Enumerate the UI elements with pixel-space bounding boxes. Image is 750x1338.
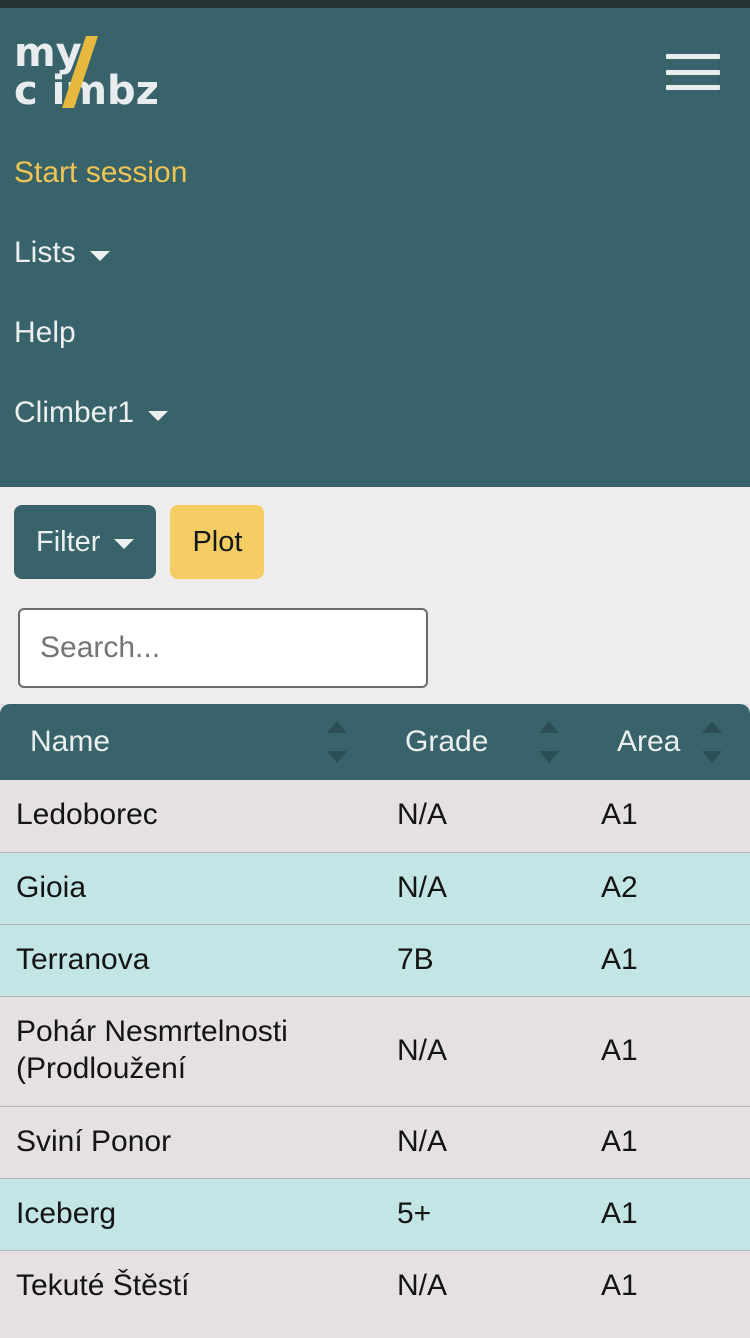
column-header-name[interactable]: Name [0, 704, 375, 780]
table-row[interactable]: LedoborecN/AA1 [0, 780, 750, 852]
cell-name: Ledoborec [0, 780, 375, 852]
cell-area: A1 [587, 924, 750, 996]
column-label-name: Name [30, 725, 110, 758]
plot-button-label: Plot [192, 526, 242, 559]
table-row[interactable]: Pohár Nesmrtelnosti (ProdlouženíN/AA1 [0, 996, 750, 1106]
sort-toggle-name[interactable] [327, 721, 347, 763]
column-header-area[interactable]: Area [587, 704, 750, 780]
cell-grade: 5+ [375, 1178, 587, 1250]
sort-toggle-grade[interactable] [539, 721, 559, 763]
cell-name: Sviní Ponor [0, 1106, 375, 1178]
cell-area: A1 [587, 1178, 750, 1250]
nav-label-climber: Climber1 [14, 396, 134, 429]
nav-label-start-session: Start session [14, 156, 187, 189]
toolbar-button-row: Filter Plot [14, 505, 264, 579]
table-row[interactable]: Tekuté ŠtěstíN/AA1 [0, 1250, 750, 1322]
column-label-area: Area [617, 725, 680, 758]
table-row[interactable]: GioiaN/AA2 [0, 852, 750, 924]
sort-ascending-icon-area [702, 721, 722, 733]
cell-grade: N/A [375, 1106, 587, 1178]
nav-item-climber[interactable]: Climber1 [0, 373, 750, 453]
app-root: my c imbz Start session Lists Help Climb… [0, 0, 750, 1338]
table-row[interactable]: Sviní PonorN/AA1 [0, 1106, 750, 1178]
cell-name: Tekuté Štěstí [0, 1250, 375, 1322]
sort-descending-icon-area [702, 751, 722, 763]
hamburger-bar-3 [666, 85, 720, 90]
sort-descending-icon-grade [539, 751, 559, 763]
hamburger-bar-2 [666, 70, 720, 75]
status-bar-strip [0, 0, 750, 8]
cell-grade: N/A [375, 780, 587, 852]
nav-item-help[interactable]: Help [0, 293, 750, 373]
cell-area: A2 [587, 852, 750, 924]
nav-label-lists: Lists [14, 236, 76, 269]
cell-name: Terranova [0, 924, 375, 996]
cell-grade: 7B [375, 924, 587, 996]
climbs-table-wrapper: Name Grade Area [0, 704, 750, 1322]
nav-item-lists[interactable]: Lists [0, 213, 750, 293]
nav-item-start-session[interactable]: Start session [0, 133, 750, 213]
nav-list: Start session Lists Help Climber1 [0, 133, 750, 453]
chevron-down-icon-filter [114, 539, 134, 549]
nav-label-help: Help [14, 316, 76, 349]
sort-descending-icon-name [327, 751, 347, 763]
main-navbar: my c imbz Start session Lists Help Climb… [0, 8, 750, 487]
column-label-grade: Grade [405, 725, 488, 758]
table-row[interactable]: Terranova7BA1 [0, 924, 750, 996]
cell-grade: N/A [375, 852, 587, 924]
filter-button-label: Filter [36, 526, 100, 559]
cell-area: A1 [587, 996, 750, 1106]
filter-button[interactable]: Filter [14, 505, 156, 579]
chevron-down-icon-lists [90, 251, 110, 261]
brand-line-2: c imbz [14, 68, 159, 110]
search-input[interactable] [18, 608, 428, 688]
plot-button[interactable]: Plot [170, 505, 264, 579]
sort-toggle-area[interactable] [702, 721, 722, 763]
sort-ascending-icon-grade [539, 721, 559, 733]
hamburger-bar-1 [666, 54, 720, 59]
climbs-table-head: Name Grade Area [0, 704, 750, 780]
brand-logo[interactable]: my c imbz [14, 30, 204, 110]
cell-area: A1 [587, 1250, 750, 1322]
table-row[interactable]: Iceberg5+A1 [0, 1178, 750, 1250]
toolbar-area: Filter Plot [0, 487, 750, 704]
cell-grade: N/A [375, 996, 587, 1106]
sort-ascending-icon-name [327, 721, 347, 733]
hamburger-icon[interactable] [666, 50, 720, 94]
cell-area: A1 [587, 780, 750, 852]
climbs-table-body: LedoborecN/AA1GioiaN/AA2Terranova7BA1Poh… [0, 780, 750, 1322]
cell-name: Iceberg [0, 1178, 375, 1250]
column-header-grade[interactable]: Grade [375, 704, 587, 780]
cell-name: Gioia [0, 852, 375, 924]
cell-name: Pohár Nesmrtelnosti (Prodloužení [0, 996, 375, 1106]
cell-area: A1 [587, 1106, 750, 1178]
table-header-row: Name Grade Area [0, 704, 750, 780]
search-wrapper [18, 608, 428, 688]
cell-grade: N/A [375, 1250, 587, 1322]
chevron-down-icon-climber [148, 411, 168, 421]
climbs-table: Name Grade Area [0, 704, 750, 1322]
